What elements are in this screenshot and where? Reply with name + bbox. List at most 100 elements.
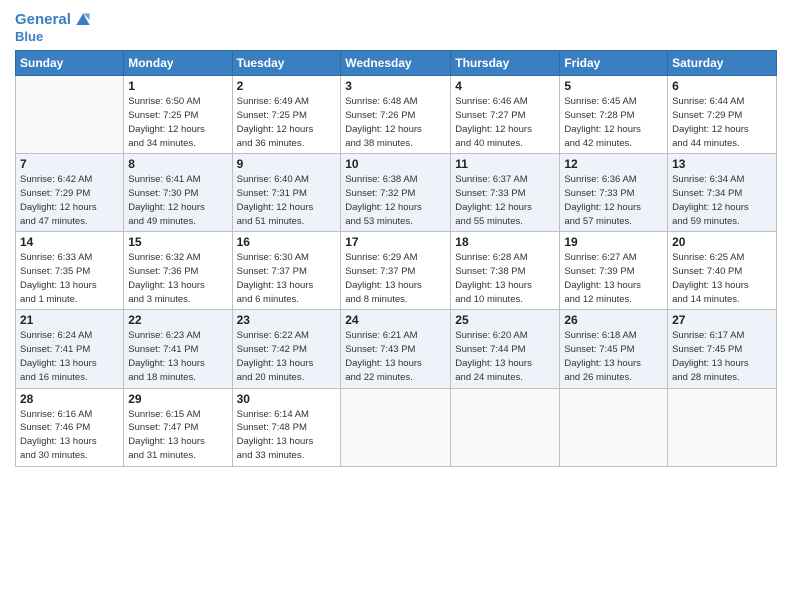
calendar-cell: 26 Sunrise: 6:18 AM Sunset: 7:45 PM Dayli… xyxy=(560,310,668,388)
calendar-cell: 12Sunrise: 6:36 AM Sunset: 7:33 PM Dayli… xyxy=(560,154,668,232)
calendar-cell: 7Sunrise: 6:42 AM Sunset: 7:29 PM Daylig… xyxy=(16,154,124,232)
day-info: Sunrise: 6:37 AM Sunset: 7:33 PM Dayligh… xyxy=(455,173,555,228)
day-number: 29 xyxy=(128,392,227,406)
calendar-cell: 24Sunrise: 6:21 AM Sunset: 7:43 PM Dayli… xyxy=(341,310,451,388)
week-row-3: 14 Sunrise: 6:33 AM Sunset: 7:35 PM Dayli… xyxy=(16,232,777,310)
calendar-cell: 17Sunrise: 6:29 AM Sunset: 7:37 PM Dayli… xyxy=(341,232,451,310)
week-row-4: 21 Sunrise: 6:24 AM Sunset: 7:41 PM Dayli… xyxy=(16,310,777,388)
calendar-cell: 25Sunrise: 6:20 AM Sunset: 7:44 PM Dayli… xyxy=(451,310,560,388)
day-number: 4 xyxy=(455,79,555,93)
calendar-cell: 15 Sunrise: 6:32 AM Sunset: 7:36 PM Dayli… xyxy=(124,232,232,310)
day-number: 5 xyxy=(564,79,663,93)
day-info: Sunrise: 6:14 AM Sunset: 7:48 PM Dayligh… xyxy=(237,408,337,463)
calendar-cell xyxy=(668,388,777,466)
day-number: 2 xyxy=(237,79,337,93)
day-info: Sunrise: 6:32 AM Sunset: 7:36 PM Dayligh… xyxy=(128,251,227,306)
weekday-header-tuesday: Tuesday xyxy=(232,51,341,76)
calendar-cell: 4Sunrise: 6:46 AM Sunset: 7:27 PM Daylig… xyxy=(451,76,560,154)
day-info: Sunrise: 6:44 AM Sunset: 7:29 PM Dayligh… xyxy=(672,95,772,150)
day-number: 11 xyxy=(455,157,555,171)
day-number: 16 xyxy=(237,235,337,249)
calendar-cell: 2 Sunrise: 6:49 AM Sunset: 7:25 PM Daylig… xyxy=(232,76,341,154)
weekday-header-row: SundayMondayTuesdayWednesdayThursdayFrid… xyxy=(16,51,777,76)
day-number: 6 xyxy=(672,79,772,93)
header: General Blue xyxy=(15,10,777,44)
day-number: 21 xyxy=(20,313,119,327)
day-number: 7 xyxy=(20,157,119,171)
day-number: 13 xyxy=(672,157,772,171)
calendar-cell: 11 Sunrise: 6:37 AM Sunset: 7:33 PM Dayli… xyxy=(451,154,560,232)
day-number: 20 xyxy=(672,235,772,249)
day-info: Sunrise: 6:18 AM Sunset: 7:45 PM Dayligh… xyxy=(564,329,663,384)
day-number: 1 xyxy=(128,79,227,93)
calendar-cell xyxy=(16,76,124,154)
day-info: Sunrise: 6:40 AM Sunset: 7:31 PM Dayligh… xyxy=(237,173,337,228)
weekday-header-sunday: Sunday xyxy=(16,51,124,76)
day-info: Sunrise: 6:49 AM Sunset: 7:25 PM Dayligh… xyxy=(237,95,337,150)
calendar-cell: 10 Sunrise: 6:38 AM Sunset: 7:32 PM Dayli… xyxy=(341,154,451,232)
calendar-cell: 8 Sunrise: 6:41 AM Sunset: 7:30 PM Daylig… xyxy=(124,154,232,232)
day-info: Sunrise: 6:41 AM Sunset: 7:30 PM Dayligh… xyxy=(128,173,227,228)
day-info: Sunrise: 6:16 AM Sunset: 7:46 PM Dayligh… xyxy=(20,408,119,463)
week-row-1: 1 Sunrise: 6:50 AM Sunset: 7:25 PM Daylig… xyxy=(16,76,777,154)
calendar-cell: 22Sunrise: 6:23 AM Sunset: 7:41 PM Dayli… xyxy=(124,310,232,388)
day-number: 14 xyxy=(20,235,119,249)
calendar-cell: 5 Sunrise: 6:45 AM Sunset: 7:28 PM Daylig… xyxy=(560,76,668,154)
day-info: Sunrise: 6:15 AM Sunset: 7:47 PM Dayligh… xyxy=(128,408,227,463)
week-row-5: 28 Sunrise: 6:16 AM Sunset: 7:46 PM Dayli… xyxy=(16,388,777,466)
calendar-cell: 29 Sunrise: 6:15 AM Sunset: 7:47 PM Dayli… xyxy=(124,388,232,466)
day-info: Sunrise: 6:48 AM Sunset: 7:26 PM Dayligh… xyxy=(345,95,446,150)
day-number: 15 xyxy=(128,235,227,249)
weekday-header-wednesday: Wednesday xyxy=(341,51,451,76)
calendar-cell xyxy=(341,388,451,466)
day-info: Sunrise: 6:38 AM Sunset: 7:32 PM Dayligh… xyxy=(345,173,446,228)
day-info: Sunrise: 6:20 AM Sunset: 7:44 PM Dayligh… xyxy=(455,329,555,384)
day-number: 19 xyxy=(564,235,663,249)
calendar: SundayMondayTuesdayWednesdayThursdayFrid… xyxy=(15,50,777,466)
day-info: Sunrise: 6:36 AM Sunset: 7:33 PM Dayligh… xyxy=(564,173,663,228)
calendar-cell: 13 Sunrise: 6:34 AM Sunset: 7:34 PM Dayli… xyxy=(668,154,777,232)
day-info: Sunrise: 6:33 AM Sunset: 7:35 PM Dayligh… xyxy=(20,251,119,306)
day-info: Sunrise: 6:21 AM Sunset: 7:43 PM Dayligh… xyxy=(345,329,446,384)
calendar-cell xyxy=(560,388,668,466)
day-info: Sunrise: 6:24 AM Sunset: 7:41 PM Dayligh… xyxy=(20,329,119,384)
calendar-cell: 6 Sunrise: 6:44 AM Sunset: 7:29 PM Daylig… xyxy=(668,76,777,154)
calendar-cell xyxy=(451,388,560,466)
calendar-header: SundayMondayTuesdayWednesdayThursdayFrid… xyxy=(16,51,777,76)
weekday-header-saturday: Saturday xyxy=(668,51,777,76)
day-number: 28 xyxy=(20,392,119,406)
day-info: Sunrise: 6:27 AM Sunset: 7:39 PM Dayligh… xyxy=(564,251,663,306)
day-number: 9 xyxy=(237,157,337,171)
day-number: 23 xyxy=(237,313,337,327)
calendar-cell: 9 Sunrise: 6:40 AM Sunset: 7:31 PM Daylig… xyxy=(232,154,341,232)
day-info: Sunrise: 6:22 AM Sunset: 7:42 PM Dayligh… xyxy=(237,329,337,384)
calendar-cell: 21 Sunrise: 6:24 AM Sunset: 7:41 PM Dayli… xyxy=(16,310,124,388)
day-number: 30 xyxy=(237,392,337,406)
day-number: 17 xyxy=(345,235,446,249)
day-number: 27 xyxy=(672,313,772,327)
day-number: 10 xyxy=(345,157,446,171)
logo: General Blue xyxy=(15,10,93,44)
calendar-cell: 20 Sunrise: 6:25 AM Sunset: 7:40 PM Dayli… xyxy=(668,232,777,310)
day-number: 3 xyxy=(345,79,446,93)
calendar-cell: 16 Sunrise: 6:30 AM Sunset: 7:37 PM Dayli… xyxy=(232,232,341,310)
day-info: Sunrise: 6:30 AM Sunset: 7:37 PM Dayligh… xyxy=(237,251,337,306)
weekday-header-friday: Friday xyxy=(560,51,668,76)
weekday-header-monday: Monday xyxy=(124,51,232,76)
day-info: Sunrise: 6:50 AM Sunset: 7:25 PM Dayligh… xyxy=(128,95,227,150)
day-info: Sunrise: 6:25 AM Sunset: 7:40 PM Dayligh… xyxy=(672,251,772,306)
day-info: Sunrise: 6:45 AM Sunset: 7:28 PM Dayligh… xyxy=(564,95,663,150)
weekday-header-thursday: Thursday xyxy=(451,51,560,76)
calendar-cell: 19 Sunrise: 6:27 AM Sunset: 7:39 PM Dayli… xyxy=(560,232,668,310)
day-info: Sunrise: 6:17 AM Sunset: 7:45 PM Dayligh… xyxy=(672,329,772,384)
day-info: Sunrise: 6:34 AM Sunset: 7:34 PM Dayligh… xyxy=(672,173,772,228)
page: General Blue SundayMondayTuesdayWednesda… xyxy=(0,0,792,612)
day-number: 18 xyxy=(455,235,555,249)
day-number: 8 xyxy=(128,157,227,171)
calendar-cell: 14 Sunrise: 6:33 AM Sunset: 7:35 PM Dayli… xyxy=(16,232,124,310)
calendar-cell: 3 Sunrise: 6:48 AM Sunset: 7:26 PM Daylig… xyxy=(341,76,451,154)
day-info: Sunrise: 6:28 AM Sunset: 7:38 PM Dayligh… xyxy=(455,251,555,306)
calendar-cell: 30 Sunrise: 6:14 AM Sunset: 7:48 PM Dayli… xyxy=(232,388,341,466)
day-number: 26 xyxy=(564,313,663,327)
logo-text: General xyxy=(15,12,71,29)
